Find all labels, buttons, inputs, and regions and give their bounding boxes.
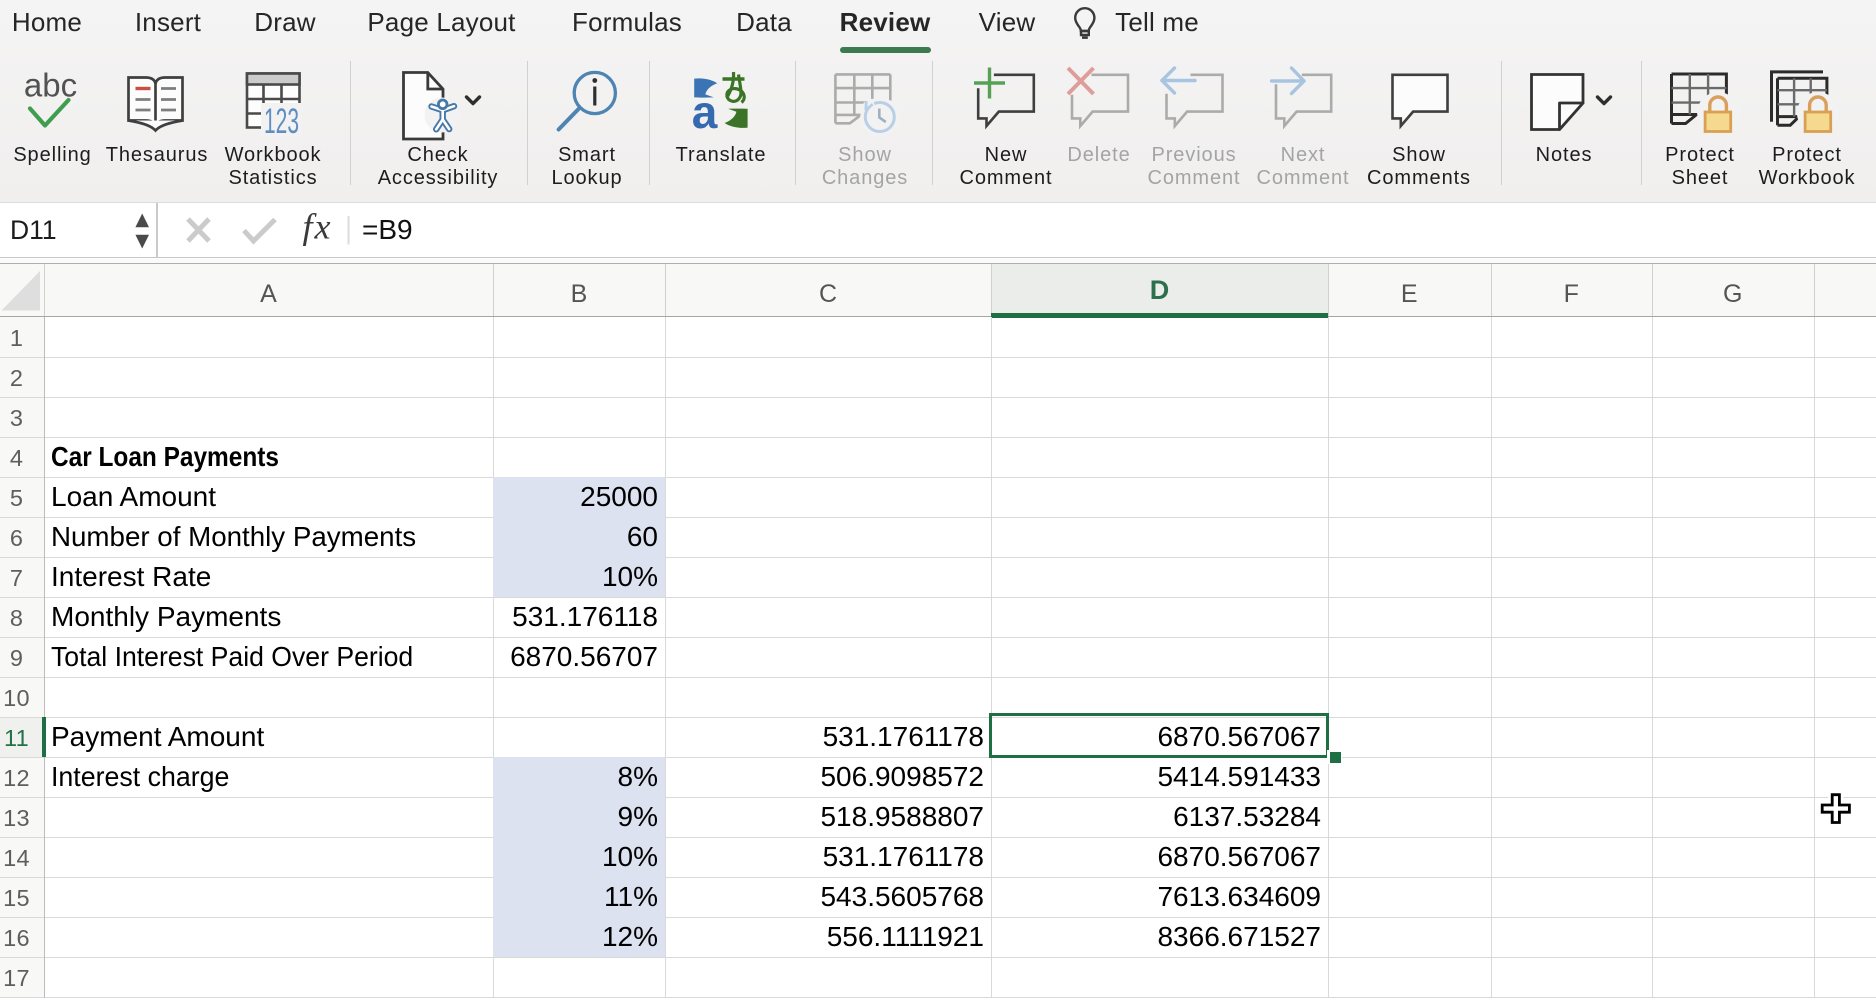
svg-text:123: 123 — [264, 102, 299, 141]
svg-text:a: a — [692, 86, 718, 138]
svg-text:fx: fx — [303, 207, 333, 247]
svg-text:abc: abc — [24, 67, 77, 104]
